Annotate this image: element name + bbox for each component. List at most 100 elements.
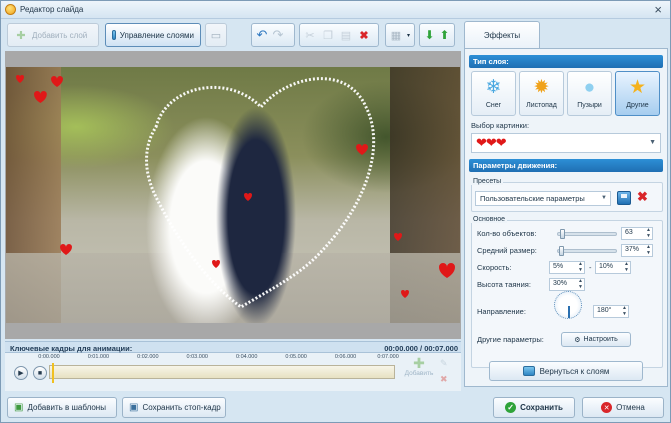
type-snow-label: Снег [485,102,502,109]
play-button[interactable]: ▶ [14,366,28,380]
size-input[interactable]: 37% ▲ ▼ [621,244,653,257]
effect-overlay [16,75,455,309]
cancel-button[interactable]: ✕ Отмена [582,397,664,418]
bottom-bar: ▣ Добавить в шаблоны ▣ Сохранить стоп-ка… [1,393,670,422]
slide-canvas[interactable] [6,67,460,323]
timeline-label: Ключевые кадры для анимации: [10,344,133,353]
paste-icon[interactable]: ▤ [339,28,353,42]
timeline-header: Ключевые кадры для анимации: 00:00.000 /… [5,341,461,353]
chevron-down-icon: ▼ [601,195,607,201]
size-slider[interactable] [557,246,617,256]
frame-icon: ▣ [129,402,139,413]
type-other[interactable]: ★ Другие [615,71,660,116]
melt-input[interactable]: 30% ▲ ▼ [549,278,585,291]
melt-value: 30% [553,280,568,287]
range-dash: - [589,263,592,272]
add-to-templates-label: Добавить в шаблоны [27,403,106,412]
save-button[interactable]: ✓ Сохранить [493,397,575,418]
stop-icon: ■ [37,369,43,377]
ruler-tick: 0:06.000 [334,354,357,360]
close-icon[interactable]: × [654,2,662,17]
add-to-templates-button[interactable]: ▣ Добавить в шаблоны [7,397,117,418]
type-bubbles-label: Пузыри [577,102,602,109]
redo-icon[interactable]: ↷ [271,27,285,42]
slide-preview-area [5,51,461,339]
count-slider[interactable] [557,229,617,239]
type-snow[interactable]: ❄ Снег [471,71,516,116]
manage-layers-button[interactable]: Управление слоями [105,23,201,47]
picture-picker[interactable]: ❤❤❤ ▼ [471,133,661,153]
delete-keyframe-icon[interactable]: ✖ [440,374,448,385]
ruler-tick: 0:04.000 [235,354,258,360]
playhead[interactable] [52,363,54,383]
preset-select[interactable]: Пользовательские параметры ▼ [475,191,611,206]
slider-knob[interactable] [560,229,565,239]
title-bar: Редактор слайда × [1,1,670,19]
other-params-label: Другие параметры: [477,335,544,344]
align-dropdown[interactable]: ▦ ▾ [385,23,415,47]
ruler-tick: 0:07.000 [377,354,399,360]
speed-max-input[interactable]: 10% ▲ ▼ [595,261,631,274]
copy-icon[interactable]: ❐ [321,28,335,42]
chevron-down-icon: ▾ [407,32,411,39]
settings-button-label: Настроить [583,336,618,343]
undo-icon[interactable]: ↶ [255,27,269,42]
cut-icon[interactable]: ✂ [303,28,317,42]
slider-knob[interactable] [559,246,564,256]
save-preset-icon[interactable] [617,191,631,205]
timeline-time: 00:00.000 / 00:07.000 [384,344,458,353]
screen-icon: ▭ [210,29,222,42]
speed-min-value: 5% [553,263,564,270]
spinner-icon[interactable]: ▲ ▼ [622,305,627,317]
fullscreen-button[interactable]: ▭ [205,23,227,47]
count-input[interactable]: 63 ▲ ▼ [621,227,653,240]
check-icon: ✓ [505,402,517,413]
direction-input[interactable]: 180° ▲ ▼ [593,305,629,318]
delete-preset-icon[interactable]: ✖ [637,189,648,205]
toolbar: ✚ Добавить слой Управление слоями ▭ ↶ ↷ … [5,23,457,49]
spinner-icon[interactable]: ▲ ▼ [646,244,651,256]
add-layer-button[interactable]: ✚ Добавить слой [7,23,99,47]
type-bubbles[interactable]: ● Пузыри [567,71,612,116]
save-frame-button[interactable]: ▣ Сохранить стоп-кадр [122,397,226,418]
speed-min-input[interactable]: 5% ▲ ▼ [549,261,585,274]
spinner-icon[interactable]: ▲ ▼ [578,261,583,273]
type-leaffall[interactable]: ✹ Листопад [519,71,564,116]
size-value: 37% [625,246,640,253]
effects-panel: Эффекты Тип слоя: ❄ Снег ✹ Листопад ● Пу… [464,21,668,387]
spinner-icon[interactable]: ▲ ▼ [646,227,651,239]
add-keyframe-button[interactable]: ✚ Добавить [404,356,434,377]
hearts-icon: ❤❤❤ [476,135,507,150]
delete-icon[interactable]: ✖ [357,28,371,42]
move-down-icon[interactable]: ⬇ [423,28,436,42]
settings-button[interactable]: ⚙ Настроить [561,332,631,347]
edit-icon[interactable]: ✎ [440,358,448,369]
timeline-track[interactable] [49,363,395,383]
melt-label: Высота таяния: [477,280,531,289]
keyframe-tools: ✚ Добавить ✎ ✖ [398,354,460,391]
align-icon: ▦ [390,29,402,42]
count-label: Кол-во объектов: [477,229,537,238]
window-title: Редактор слайда [20,5,84,14]
snowflake-icon: ❄ [485,77,502,98]
edit-tools-group: ✂ ❐ ▤ ✖ [299,23,379,47]
tab-effects-label: Эффекты [483,30,521,40]
back-to-layers-button[interactable]: Вернуться к слоям [489,361,643,381]
direction-value: 180° [597,307,612,314]
layer-type-list: ❄ Снег ✹ Листопад ● Пузыри ★ Другие [471,71,661,116]
spinner-icon[interactable]: ▲ ▼ [578,278,583,290]
back-to-layers-label: Вернуться к слоям [539,366,610,376]
save-frame-label: Сохранить стоп-кадр [142,403,221,412]
chevron-down-icon: ▼ [649,139,656,146]
bubble-icon: ● [583,77,596,98]
tab-effects[interactable]: Эффекты [464,21,540,48]
stop-button[interactable]: ■ [33,366,47,380]
spinner-icon[interactable]: ▲ ▼ [624,261,629,273]
cancel-icon: ✕ [601,402,613,413]
layer-type-header: Тип слоя: [469,55,663,68]
move-up-icon[interactable]: ⬆ [438,28,451,42]
direction-dial[interactable] [554,291,582,319]
basic-title: Основное [471,216,508,223]
ruler-tick: 0:01.000 [87,354,110,360]
type-other-label: Другие [626,102,649,109]
